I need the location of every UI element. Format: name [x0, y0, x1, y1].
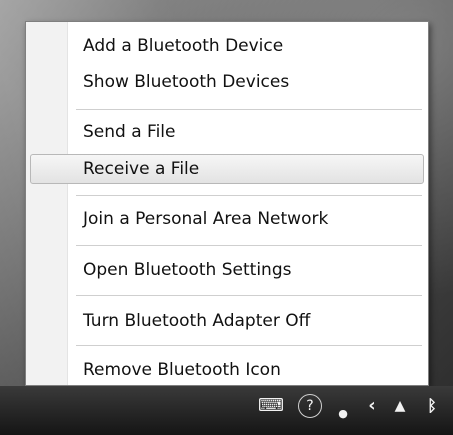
menu-item-add-bluetooth-device[interactable]: Add a Bluetooth Device	[30, 31, 424, 61]
keyboard-icon[interactable]: ⌨	[258, 394, 284, 418]
menu-item-turn-bluetooth-adapter-off[interactable]: Turn Bluetooth Adapter Off	[30, 306, 424, 336]
network-icon[interactable]: ▲	[388, 394, 412, 418]
menu-item-label: Remove Bluetooth Icon	[83, 360, 281, 380]
menu-item-label: Turn Bluetooth Adapter Off	[83, 311, 311, 331]
menu-item-show-bluetooth-devices[interactable]: Show Bluetooth Devices	[30, 67, 424, 97]
menu-item-remove-bluetooth-icon[interactable]: Remove Bluetooth Icon	[30, 355, 424, 385]
menu-separator	[76, 109, 422, 111]
help-icon[interactable]: ?	[298, 394, 322, 418]
menu-separator	[76, 195, 422, 197]
menu-item-join-personal-area-network[interactable]: Join a Personal Area Network	[30, 204, 424, 234]
menu-separator	[76, 345, 422, 347]
menu-separator	[76, 295, 422, 297]
menu-separator	[76, 245, 422, 247]
menu-item-send-a-file[interactable]: Send a File	[30, 117, 424, 147]
dot-icon: ●	[338, 406, 348, 420]
menu-item-label: Add a Bluetooth Device	[83, 36, 284, 56]
taskbar	[0, 386, 453, 435]
bluetooth-icon[interactable]: ᛒ	[420, 394, 444, 418]
bluetooth-context-menu: Add a Bluetooth Device Show Bluetooth De…	[25, 21, 429, 386]
chevron-left-icon[interactable]: ‹	[360, 394, 384, 418]
menu-item-label: Send a File	[83, 122, 176, 142]
menu-item-label: Show Bluetooth Devices	[83, 72, 290, 92]
menu-item-receive-a-file[interactable]: Receive a File	[30, 154, 424, 184]
menu-item-label: Open Bluetooth Settings	[83, 260, 292, 280]
menu-item-label: Receive a File	[83, 159, 200, 179]
menu-item-open-bluetooth-settings[interactable]: Open Bluetooth Settings	[30, 255, 424, 285]
menu-item-label: Join a Personal Area Network	[83, 209, 329, 229]
